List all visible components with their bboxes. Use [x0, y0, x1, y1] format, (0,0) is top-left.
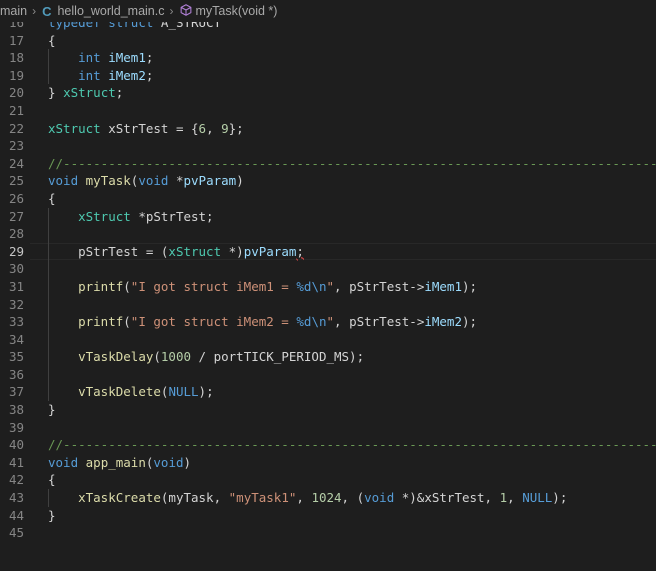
code-text: typedef struct A_STRUCT	[48, 22, 222, 30]
code-line[interactable]: 33 printf("I got struct iMem2 = %d\n", p…	[0, 313, 656, 331]
code-line[interactable]: 30	[0, 260, 656, 278]
line-number: 45	[8, 525, 24, 541]
code-text: //--------------------------------------…	[48, 155, 656, 171]
code-text: printf("I got struct iMem2 = %d\n", pStr…	[78, 314, 478, 330]
code-text: void app_main(void)	[48, 454, 192, 470]
code-line[interactable]: 31 printf("I got struct iMem1 = %d\n", p…	[0, 278, 656, 296]
code-text: {	[48, 190, 56, 206]
breadcrumb-folder[interactable]: main	[0, 4, 27, 18]
line-number: 23	[8, 138, 24, 154]
line-number: 35	[8, 349, 24, 365]
code-text: int iMem2;	[78, 67, 154, 83]
code-line[interactable]: 29 pStrTest = (xStruct *)pvParam;	[0, 242, 656, 261]
function-cube-icon	[180, 3, 192, 19]
c-file-icon: C	[42, 3, 52, 19]
line-number: 38	[8, 402, 24, 418]
code-line[interactable]: 45	[0, 524, 656, 542]
line-number: 27	[8, 208, 24, 224]
code-line[interactable]: 34	[0, 331, 656, 349]
line-number: 34	[8, 331, 24, 347]
indent-guide	[48, 49, 49, 85]
code-text: vTaskDelay(1000 / portTICK_PERIOD_MS);	[78, 349, 365, 365]
code-line[interactable]: 23	[0, 137, 656, 155]
code-line[interactable]: 24 //------------------------------------…	[0, 155, 656, 173]
code-line[interactable]: 18 int iMem1;	[0, 49, 656, 67]
code-text: pStrTest = (xStruct *)pvParam;	[48, 243, 304, 259]
error-squiggle: ;	[296, 243, 304, 259]
breadcrumb: main › C hello_world_main.c › myTask(voi…	[0, 0, 656, 22]
code-line[interactable]: 19 int iMem2;	[0, 67, 656, 85]
code-text: //--------------------------------------…	[48, 437, 656, 453]
breadcrumb-file[interactable]: C hello_world_main.c	[42, 4, 164, 19]
line-number: 37	[8, 384, 24, 400]
line-number: 40	[8, 437, 24, 453]
breadcrumb-file-label: hello_world_main.c	[57, 4, 165, 18]
line-number: 18	[8, 50, 24, 66]
code-text: {	[48, 32, 56, 48]
indent-guide	[48, 489, 49, 507]
line-number: 42	[8, 472, 24, 488]
code-line[interactable]: 32	[0, 296, 656, 314]
line-number: 22	[8, 120, 24, 136]
line-number: 17	[8, 32, 24, 48]
code-line[interactable]: 39	[0, 419, 656, 437]
code-text: {	[48, 472, 56, 488]
code-line[interactable]: 41 void app_main(void)	[0, 454, 656, 472]
code-lines: 16 typedef struct A_STRUCT 17 {18 int iMem1…	[0, 22, 656, 542]
line-number: 25	[8, 173, 24, 189]
code-text: xStruct *pStrTest;	[78, 208, 214, 224]
code-text: printf("I got struct iMem1 = %d\n", pStr…	[78, 278, 478, 294]
code-line[interactable]: 26 {	[0, 190, 656, 208]
code-line[interactable]: 35 vTaskDelay(1000 / portTICK_PERIOD_MS)…	[0, 348, 656, 366]
line-number: 29	[8, 243, 24, 259]
line-number: 39	[8, 419, 24, 435]
breadcrumb-folder-label: main	[0, 4, 28, 18]
line-number: 19	[8, 67, 24, 83]
line-number: 26	[8, 190, 24, 206]
breadcrumb-symbol[interactable]: myTask(void *)	[180, 3, 278, 19]
code-line[interactable]: 38}	[0, 401, 656, 419]
line-number: 32	[8, 296, 24, 312]
chevron-right-icon: ›	[169, 4, 174, 18]
line-number: 43	[8, 490, 24, 506]
line-number: 44	[8, 507, 24, 523]
line-number: 21	[8, 102, 24, 118]
chevron-right-icon: ›	[32, 4, 37, 18]
code-line[interactable]: 27 xStruct *pStrTest;	[0, 208, 656, 226]
code-line[interactable]: 28	[0, 225, 656, 243]
code-text: xTaskCreate(myTask, "myTask1", 1024, (vo…	[78, 490, 568, 506]
line-number: 24	[8, 155, 24, 171]
code-text: }	[48, 402, 56, 418]
code-line[interactable]: 20 } xStruct;	[0, 84, 656, 102]
line-number: 16	[8, 22, 24, 30]
breadcrumb-symbol-label: myTask(void *)	[195, 4, 278, 18]
code-line[interactable]: 21	[0, 102, 656, 120]
line-number: 41	[8, 454, 24, 470]
code-text: int iMem1;	[78, 50, 154, 66]
code-text: vTaskDelete(NULL);	[78, 384, 214, 400]
line-number: 28	[8, 226, 24, 242]
code-text: void myTask(void *pvParam)	[48, 173, 244, 189]
code-text: } xStruct;	[48, 85, 124, 101]
code-line[interactable]: 42 {	[0, 471, 656, 489]
code-line[interactable]: 16 typedef struct A_STRUCT	[0, 22, 656, 32]
code-text: }	[48, 507, 56, 523]
code-text: xStruct xStrTest = {6, 9};	[48, 120, 244, 136]
code-line[interactable]: 44}	[0, 507, 656, 525]
code-line[interactable]: 17 {	[0, 32, 656, 50]
code-line[interactable]: 40 //------------------------------------…	[0, 436, 656, 454]
code-line[interactable]: 25 void myTask(void *pvParam)	[0, 172, 656, 190]
line-number: 33	[8, 314, 24, 330]
code-line[interactable]: 37 vTaskDelete(NULL);	[0, 383, 656, 401]
line-number: 30	[8, 261, 24, 277]
code-line[interactable]: 43 xTaskCreate(myTask, "myTask1", 1024, …	[0, 489, 656, 507]
indent-guide	[48, 207, 49, 402]
line-number: 20	[8, 85, 24, 101]
line-number: 31	[8, 278, 24, 294]
line-number: 36	[8, 366, 24, 382]
code-line[interactable]: 36	[0, 366, 656, 384]
code-editor[interactable]: 16 typedef struct A_STRUCT 17 {18 int iMem1…	[0, 22, 656, 571]
code-line[interactable]: 22 xStruct xStrTest = {6, 9};	[0, 120, 656, 138]
